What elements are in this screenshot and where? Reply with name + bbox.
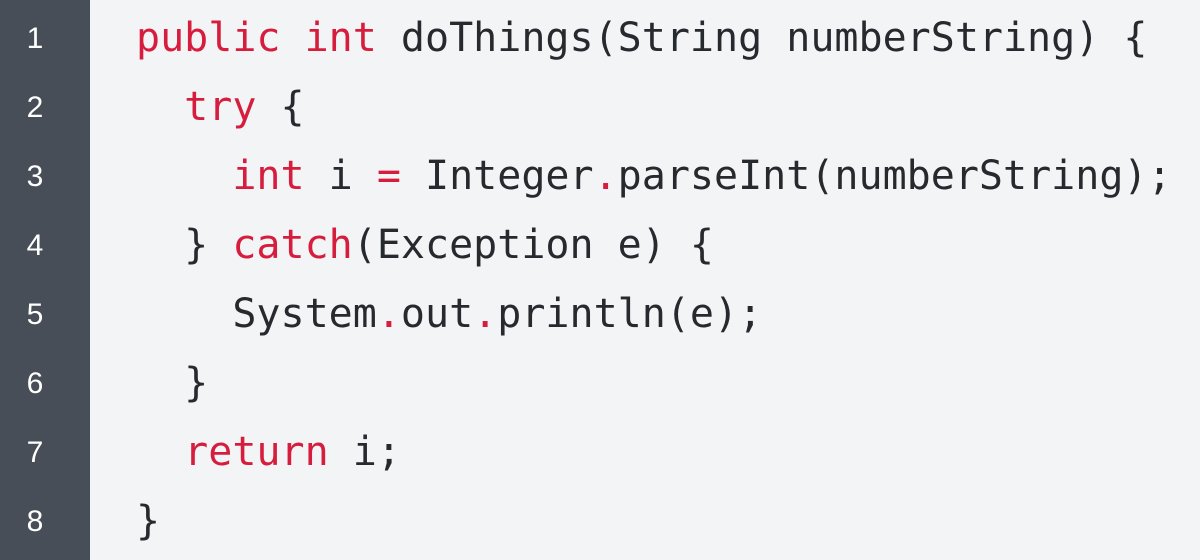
code-keyword: catch [232, 222, 353, 268]
line-number: 8 [26, 505, 44, 538]
code-operator: = [376, 153, 401, 199]
code-area[interactable]: public int doThings(String numberString)… [90, 0, 1200, 560]
code-editor[interactable]: 1 2 3 4 5 6 7 8 public int doThings(String numb… [0, 0, 1200, 560]
code-token: parseInt(numberString); [617, 153, 1172, 199]
line-number-gutter: 1 2 3 4 5 6 7 8 [0, 0, 90, 560]
code-token: (Exception e) { [352, 222, 714, 268]
code-line[interactable]: return i; [136, 418, 1200, 487]
code-keyword: return [184, 429, 329, 475]
code-token: { [256, 84, 305, 130]
code-line[interactable]: int i = Integer.parseInt(numberString); [136, 142, 1200, 211]
code-operator: . [593, 153, 618, 199]
code-line[interactable]: try { [136, 73, 1200, 142]
code-token: i [304, 153, 377, 199]
code-token: } [184, 360, 209, 406]
code-line[interactable]: } [136, 487, 1200, 556]
line-number: 2 [26, 91, 44, 124]
code-keyword: public [136, 15, 281, 61]
line-number: 3 [26, 160, 44, 193]
line-number: 7 [26, 436, 44, 469]
line-number: 4 [26, 229, 44, 262]
line-number: 5 [26, 298, 44, 331]
code-token: } [184, 222, 233, 268]
code-token: i; [328, 429, 401, 475]
code-token: out [400, 291, 474, 337]
code-token: println(e); [497, 291, 763, 337]
code-token: doThings(String numberString) { [376, 15, 1148, 61]
code-keyword: int [232, 153, 305, 199]
code-token: } [136, 498, 161, 544]
code-line[interactable]: System.out.println(e); [136, 280, 1200, 349]
code-keyword: try [184, 84, 257, 130]
line-number: 6 [26, 367, 44, 400]
code-operator: . [376, 291, 401, 337]
code-line[interactable]: } [136, 349, 1200, 418]
code-line[interactable]: } catch(Exception e) { [136, 211, 1200, 280]
code-operator: . [473, 291, 498, 337]
code-token: Integer [400, 153, 594, 199]
code-keyword: int [304, 15, 377, 61]
code-token: System [232, 291, 377, 337]
code-line[interactable]: public int doThings(String numberString)… [136, 4, 1200, 73]
line-number: 1 [26, 22, 44, 55]
